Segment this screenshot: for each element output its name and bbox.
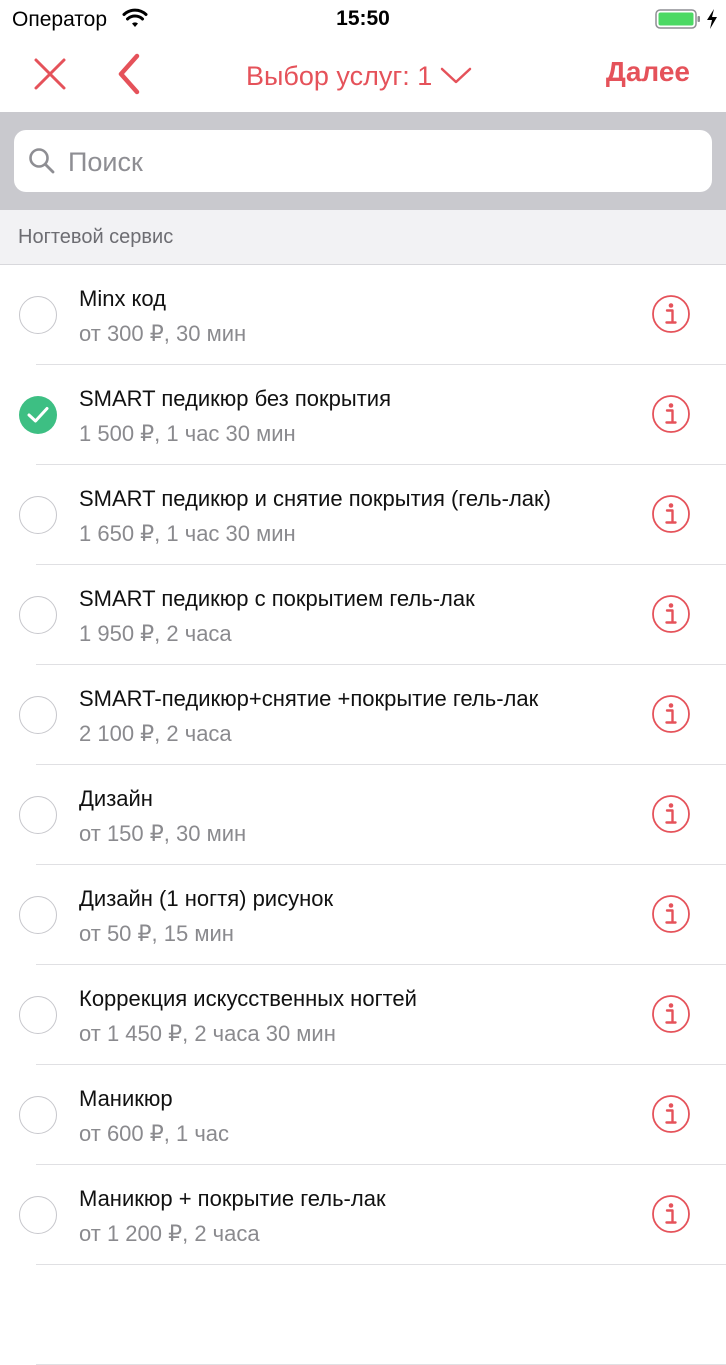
service-row[interactable]: SMART-педикюр+снятие +покрытие гель-лак … — [0, 665, 726, 765]
service-name: SMART-педикюр+снятие +покрытие гель-лак — [79, 686, 539, 711]
service-info-button[interactable] — [651, 594, 691, 634]
service-price-duration: от 1 200 ₽, 2 часа — [79, 1221, 260, 1246]
service-info-button[interactable] — [651, 294, 691, 334]
info-icon — [652, 995, 690, 1033]
service-row[interactable]: Дизайн от 150 ₽, 30 мин — [0, 765, 726, 865]
service-name: Minx код — [79, 286, 167, 311]
services-count-dropdown[interactable]: Выбор услуг: 1 — [246, 56, 472, 96]
section-header: Ногтевой сервис — [0, 210, 726, 265]
info-icon — [652, 295, 690, 333]
service-row[interactable]: Дизайн (1 ногтя) рисунок от 50 ₽, 15 мин — [0, 865, 726, 965]
service-row[interactable]: SMART педикюр с покрытием гель-лак 1 950… — [0, 565, 726, 665]
service-radio[interactable] — [19, 296, 57, 334]
service-name: Дизайн (1 ногтя) рисунок — [79, 886, 334, 911]
info-icon — [652, 595, 690, 633]
service-price-duration: от 300 ₽, 30 мин — [79, 321, 247, 346]
service-row[interactable]: Minx код от 300 ₽, 30 мин — [0, 265, 726, 365]
service-price-duration: 1 650 ₽, 1 час 30 мин — [79, 521, 296, 546]
navigation-bar: Выбор услуг: 1 Далее — [0, 40, 726, 112]
search-input[interactable] — [66, 138, 690, 186]
service-row[interactable]: Коррекция искусственных ногтей от 1 450 … — [0, 965, 726, 1065]
service-info-button[interactable] — [651, 894, 691, 934]
service-price-duration: 1 950 ₽, 2 часа — [79, 621, 232, 646]
service-radio[interactable] — [19, 696, 57, 734]
search-box[interactable] — [14, 130, 712, 192]
clock: 15:50 — [336, 7, 390, 30]
service-name: Коррекция искусственных ногтей — [79, 986, 417, 1011]
info-icon — [652, 795, 690, 833]
info-icon — [652, 1095, 690, 1133]
back-button[interactable] — [110, 52, 150, 96]
service-price-duration: от 150 ₽, 30 мин — [79, 821, 247, 846]
service-info-button[interactable] — [651, 794, 691, 834]
service-row[interactable]: Маникюр от 600 ₽, 1 час — [0, 1065, 726, 1165]
charging-icon — [707, 9, 717, 29]
section-title: Ногтевой сервис — [18, 226, 174, 248]
service-radio[interactable] — [19, 996, 57, 1034]
info-icon — [652, 695, 690, 733]
service-name: SMART педикюр и снятие покрытия (гель-ла… — [79, 486, 551, 511]
service-info-button[interactable] — [651, 994, 691, 1034]
service-price-duration: 1 500 ₽, 1 час 30 мин — [79, 421, 296, 446]
service-info-button[interactable] — [651, 1094, 691, 1134]
service-name: SMART педикюр без покрытия — [79, 386, 391, 411]
service-row[interactable]: SMART педикюр и снятие покрытия (гель-ла… — [0, 465, 726, 565]
close-icon — [34, 58, 66, 90]
info-icon — [652, 895, 690, 933]
service-price-duration: от 1 450 ₽, 2 часа 30 мин — [79, 1021, 336, 1046]
battery-icon — [655, 9, 700, 29]
info-icon — [652, 395, 690, 433]
service-radio[interactable] — [19, 796, 57, 834]
service-name: Маникюр + покрытие гель-лак — [79, 1186, 386, 1211]
next-button[interactable]: Далее — [606, 56, 690, 88]
close-button[interactable] — [30, 54, 70, 94]
service-info-button[interactable] — [651, 1194, 691, 1234]
search-bar — [0, 112, 726, 210]
service-price-duration: от 50 ₽, 15 мин — [79, 921, 234, 946]
service-name: SMART педикюр с покрытием гель-лак — [79, 586, 475, 611]
service-info-button[interactable] — [651, 494, 691, 534]
info-icon — [652, 495, 690, 533]
service-radio[interactable] — [19, 1096, 57, 1134]
service-row[interactable]: Маникюр + покрытие гель-лак от 1 200 ₽, … — [0, 1165, 726, 1265]
service-price-duration: от 600 ₽, 1 час — [79, 1121, 230, 1146]
service-info-button[interactable] — [651, 694, 691, 734]
chevron-left-icon — [118, 53, 140, 95]
service-price-duration: 2 100 ₽, 2 часа — [79, 721, 232, 746]
service-radio[interactable] — [19, 496, 57, 534]
service-radio[interactable] — [19, 596, 57, 634]
chevron-down-icon — [440, 67, 472, 84]
service-info-button[interactable] — [651, 394, 691, 434]
service-row[interactable]: SMART педикюр без покрытия 1 500 ₽, 1 ча… — [0, 365, 726, 465]
checkmark-icon — [27, 407, 49, 423]
service-row-partial[interactable] — [0, 1265, 726, 1365]
info-icon — [652, 1195, 690, 1233]
service-list: Minx код от 300 ₽, 30 мин SMART педикюр … — [0, 265, 726, 1365]
service-radio[interactable] — [19, 1196, 57, 1234]
search-icon — [29, 148, 55, 174]
status-bar: Оператор 15:50 — [0, 0, 726, 40]
service-radio-checked[interactable] — [19, 396, 57, 434]
page-title: Выбор услуг: 1 — [246, 60, 433, 91]
service-radio[interactable] — [19, 896, 57, 934]
service-name: Маникюр — [79, 1086, 173, 1111]
service-name: Дизайн — [79, 786, 153, 811]
